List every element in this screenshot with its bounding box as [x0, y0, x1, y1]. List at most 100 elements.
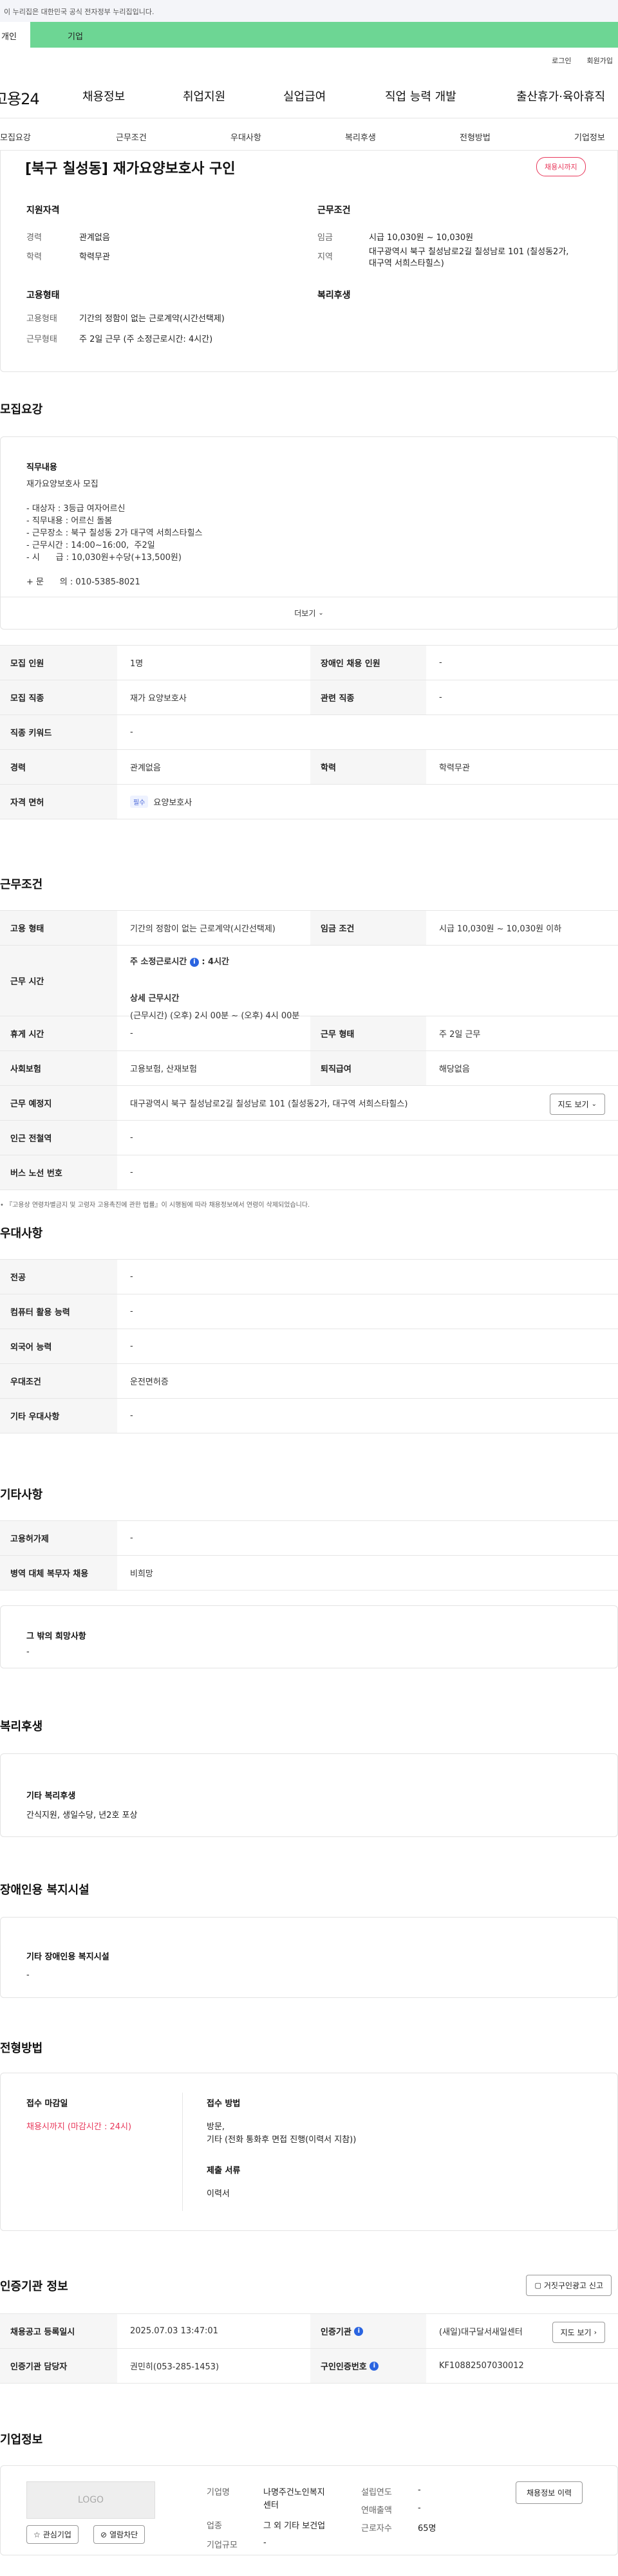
- more-button[interactable]: 더보기 ⌄: [1, 597, 617, 629]
- license-value: 요양보호사: [153, 798, 192, 808]
- other-wishes-value: -: [26, 1647, 30, 1657]
- subnav-preference[interactable]: 우대사항: [230, 131, 261, 143]
- year-value: -: [418, 2485, 421, 2495]
- global-nav: 고용24 채용정보 취업지원 실업급여 직업 능력 개발 출산휴가·육아휴직: [0, 71, 618, 118]
- signup-link[interactable]: 회원가입: [587, 55, 613, 71]
- td-license: 필수 요양보호사: [117, 785, 618, 819]
- td-emp-type: 기간의 정함이 없는 근로계약(시간선택제): [130, 924, 276, 934]
- th-cert-no-label: 구인인증번호: [321, 2362, 367, 2372]
- region-value-line2: 대구역 서희스타힐스): [369, 259, 444, 268]
- agency-map-label: 지도 보기: [560, 2328, 592, 2337]
- td-work-type: 주 2일 근무: [439, 1030, 481, 1040]
- hire-history-button[interactable]: 채용정보 이력: [516, 2481, 583, 2504]
- th-permit: 고용허가제: [0, 1521, 117, 1555]
- subnav-conditions[interactable]: 근무조건: [116, 131, 147, 143]
- tab-personal[interactable]: 개인: [0, 22, 30, 48]
- gnb-jobs[interactable]: 채용정보: [82, 88, 125, 104]
- th-subway: 인근 전철역: [0, 1121, 117, 1155]
- deadline-title: 접수 마감일: [26, 2099, 68, 2109]
- tab-company[interactable]: 기업: [30, 22, 618, 48]
- welfare-section-title: 복리후생: [0, 1720, 43, 1733]
- favorite-company-button[interactable]: ☆ 관심기업: [26, 2525, 79, 2544]
- td-cert-no: KF10882507030012: [439, 2361, 524, 2371]
- block-icon: ⊘: [100, 2530, 108, 2539]
- td-bus: -: [130, 1168, 133, 1177]
- disabled-box-title: 기타 장애인용 복지시설: [26, 1952, 109, 1962]
- subnav-welfare[interactable]: 복리후생: [345, 131, 376, 143]
- duty-title: 직무내용: [26, 463, 57, 472]
- year-label: 설립연도: [361, 2488, 392, 2497]
- duty-line: [26, 490, 203, 503]
- disabled-box-value: -: [26, 1970, 30, 1980]
- td-manager: 권민히(053-285-1453): [130, 2362, 220, 2372]
- job-title: [북구 칠성동] 재가요양보호사 구인: [25, 161, 236, 177]
- user-type-tabs: 개인 기업: [0, 22, 618, 48]
- td-language: -: [130, 1341, 133, 1351]
- info-icon[interactable]: i: [354, 2326, 364, 2336]
- info-icon[interactable]: i: [370, 2361, 379, 2371]
- gnb-training[interactable]: 직업 능력 개발: [385, 88, 456, 104]
- company-logo: LOGO: [26, 2481, 155, 2519]
- td-wage: 시급 10,030원 ~ 10,030원 이하: [439, 924, 562, 934]
- agency-map-button[interactable]: 지도 보기 ›: [552, 2322, 605, 2343]
- divider: [182, 2093, 183, 2211]
- td-headcount: 1명: [130, 659, 144, 669]
- conditions-table: 고용 형태 기간의 정함이 없는 근로계약(시간선택제) 임금 조건 시급 10…: [0, 910, 618, 1209]
- recruit-table: 모집 인원 1명 장애인 채용 인원 - 모집 직종 재가 요양보호사 관련 직…: [0, 645, 618, 819]
- duty-content: 재가요양보호사 모집 - 대상자 : 3등급 여자어르신 - 직무내용 : 어르신…: [26, 478, 203, 588]
- td-disabled-headcount: -: [439, 658, 442, 667]
- sales-label: 연매출액: [361, 2506, 392, 2515]
- disabled-card: 기타 장애인용 복지시설 -: [0, 1917, 618, 1998]
- disabled-title: 장애인용 복지시설: [0, 1883, 89, 1897]
- etc-title: 기타사항: [0, 1488, 43, 1502]
- td-insurance: 고용보험, 산재보험: [130, 1065, 197, 1074]
- site-logo[interactable]: 고용24: [0, 86, 67, 109]
- gov-notice-bar: 이 누리집은 대한민국 공식 전자정부 누리집입니다.: [0, 0, 618, 22]
- td-career: 관계없음: [130, 763, 161, 773]
- td-pref-etc: -: [130, 1411, 133, 1421]
- required-tag: 필수: [130, 796, 149, 808]
- td-retirement: 해당없음: [439, 1065, 470, 1074]
- work-time-detail-label: 상세 근무시간: [130, 994, 180, 1003]
- th-agency: 인증기관 i: [310, 2314, 426, 2348]
- th-headcount: 모집 인원: [0, 646, 117, 680]
- subnav-recruit[interactable]: 모집요강: [0, 131, 31, 143]
- duty-line: - 근무시간 : 14:00~16:00, 주2일: [26, 541, 155, 550]
- block-view-button[interactable]: ⊘ 열람차단: [93, 2525, 145, 2544]
- welfare-card: 기타 복리후생 간식지원, 생일수당, 년2호 포상: [0, 1753, 618, 1837]
- td-posted-at: 2025.07.03 13:47:01: [130, 2326, 218, 2336]
- emp-title: 고용형태: [26, 290, 60, 301]
- duty-line: - 근무장소 : 북구 칠성동 2가 대구역 서희스타힐스: [26, 528, 203, 538]
- th-retirement: 퇴직급여: [310, 1051, 426, 1085]
- work-time-main: 주 소정근로시간 i : 4시간: [130, 955, 605, 967]
- th-posted-at: 채용공고 등록일시: [0, 2314, 117, 2348]
- duty-line: - 대상자 : 3등급 여자어르신: [26, 504, 126, 514]
- etc-section: 기타사항 고용허가제 - 병역 대체 복무자 채용 비희망 그 밖의 희망사항 …: [0, 1441, 618, 1679]
- section-subnav: 모집요강 근무조건 우대사항 복리후생 전형방법 기업정보: [0, 118, 618, 151]
- selection-title: 전형방법: [0, 2042, 43, 2055]
- employees-label: 근로자수: [361, 2524, 392, 2534]
- table-row: 컴퓨터 활용 능력 -: [0, 1294, 618, 1329]
- company-title: 기업정보: [0, 2433, 43, 2447]
- table-row: 휴게 시간 - 근무 형태 주 2일 근무: [0, 1016, 618, 1051]
- table-row: 근무 시간 주 소정근로시간 i : 4시간 상세 근무시간 (근무시간) (오…: [0, 946, 618, 1021]
- th-license: 자격 면허: [0, 785, 117, 819]
- login-link[interactable]: 로그인: [552, 55, 571, 71]
- favorite-label: 관심기업: [42, 2530, 71, 2539]
- report-fake-ad-button[interactable]: ▢ 거짓구인광고 신고: [526, 2275, 612, 2296]
- table-row: 고용 형태 기간의 정함이 없는 근로계약(시간선택제) 임금 조건 시급 10…: [0, 911, 618, 946]
- subnav-selection[interactable]: 전형방법: [460, 131, 491, 143]
- table-row: 병역 대체 복무자 채용 비희망: [0, 1556, 618, 1591]
- gnb-parental-leave[interactable]: 출산휴가·육아휴직: [516, 88, 605, 104]
- gnb-benefit[interactable]: 실업급여: [283, 88, 326, 104]
- docs-title: 제출 서류: [207, 2166, 241, 2176]
- td-military: 비희망: [130, 1569, 153, 1579]
- td-subway: -: [130, 1133, 133, 1143]
- map-button-label: 지도 보기: [557, 1100, 589, 1109]
- info-icon[interactable]: i: [189, 957, 199, 967]
- block-label: 열람차단: [109, 2530, 138, 2539]
- table-row: 전공 -: [0, 1260, 618, 1294]
- subnav-company[interactable]: 기업정보: [574, 131, 605, 143]
- gnb-support[interactable]: 취업지원: [183, 88, 225, 104]
- map-button[interactable]: 지도 보기 ⌄: [549, 1094, 605, 1115]
